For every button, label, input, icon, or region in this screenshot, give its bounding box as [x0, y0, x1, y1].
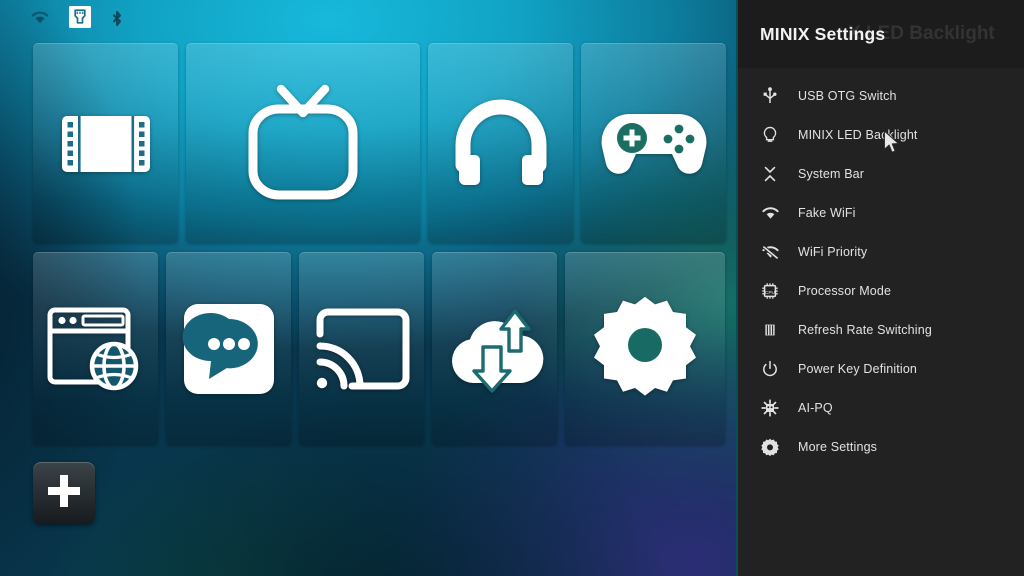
menu-item-label: WiFi Priority [798, 244, 868, 259]
menu-item-wifi-priority[interactable]: WiFi Priority [738, 232, 1024, 271]
app-tile-cloud-sync[interactable] [432, 252, 557, 445]
app-tile-settings[interactable] [565, 252, 725, 445]
menu-item-label: Power Key Definition [798, 361, 918, 376]
menu-item-usb-otg-switch[interactable]: USB OTG Switch [738, 76, 1024, 115]
menu-item-processor-mode[interactable]: CPU Processor Mode [738, 271, 1024, 310]
app-tile-messages[interactable] [166, 252, 291, 445]
app-tile-cast[interactable] [299, 252, 424, 445]
menu-item-ai-pq[interactable]: AI-PQ [738, 388, 1024, 427]
cpu-icon: CPU [760, 281, 780, 301]
tv-icon [237, 79, 369, 207]
plus-icon [44, 471, 84, 516]
menu-item-label: Refresh Rate Switching [798, 322, 932, 337]
wifi-icon [760, 203, 780, 223]
menu-item-label: Fake WiFi [798, 205, 856, 220]
ai-pq-icon [760, 398, 780, 418]
film-strip-icon [56, 98, 156, 188]
add-app-tile[interactable] [33, 462, 95, 524]
chat-bubble-icon [181, 301, 277, 397]
menu-item-system-bar[interactable]: System Bar [738, 154, 1024, 193]
app-tile-video[interactable] [33, 43, 178, 243]
cloud-sync-icon [443, 301, 547, 397]
wifi-icon [30, 10, 50, 25]
app-tile-tv[interactable] [186, 43, 420, 243]
gamepad-icon [599, 104, 709, 182]
menu-item-label: More Settings [798, 439, 878, 454]
minix-settings-panel: X LED Backlight MINIX Settings USB OTG S… [736, 0, 1024, 576]
menu-item-label: USB OTG Switch [798, 88, 897, 103]
page-title: MINIX Settings [760, 23, 886, 44]
menu-item-label: Processor Mode [798, 283, 892, 298]
headphones-icon [447, 93, 555, 193]
app-tile-games[interactable] [581, 43, 726, 243]
refresh-rate-icon [760, 320, 780, 340]
browser-globe-icon [44, 302, 148, 396]
menu-item-label: AI-PQ [798, 400, 833, 415]
app-tile-browser[interactable] [33, 252, 158, 445]
lightbulb-icon [760, 125, 780, 145]
menu-item-label: System Bar [798, 166, 865, 181]
power-icon [760, 359, 780, 379]
gear-icon [760, 437, 780, 457]
tv-launcher-screen: X LED Backlight MINIX Settings USB OTG S… [0, 0, 1024, 576]
bluetooth-icon [110, 7, 124, 27]
menu-item-minix-led-backlight[interactable]: MINIX LED Backlight [738, 115, 1024, 154]
menu-item-refresh-rate-switching[interactable]: Refresh Rate Switching [738, 310, 1024, 349]
status-bar [0, 0, 736, 34]
menu-item-fake-wifi[interactable]: Fake WiFi [738, 193, 1024, 232]
launcher-home [0, 0, 736, 576]
wifi-off-icon [760, 242, 780, 262]
gear-icon [593, 296, 697, 401]
app-tile-music[interactable] [428, 43, 573, 243]
system-bar-icon [760, 164, 780, 184]
settings-menu: USB OTG Switch MINIX LED Backlight Syste… [738, 68, 1024, 466]
menu-item-power-key-definition[interactable]: Power Key Definition [738, 349, 1024, 388]
cast-screen-icon [312, 304, 412, 394]
panel-header: X LED Backlight MINIX Settings [738, 0, 1024, 68]
menu-item-more-settings[interactable]: More Settings [738, 427, 1024, 466]
ethernet-icon [68, 5, 92, 29]
menu-item-label: MINIX LED Backlight [798, 127, 918, 142]
svg-text:CPU: CPU [765, 290, 775, 295]
usb-icon [760, 86, 780, 106]
